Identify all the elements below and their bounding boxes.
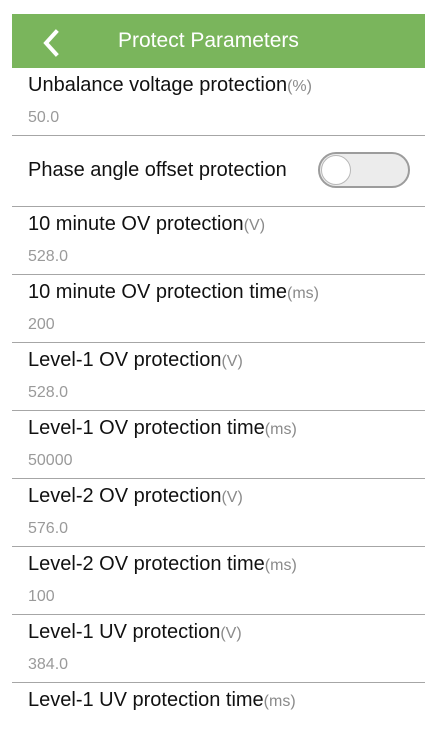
param-value-input[interactable]: 528.0 bbox=[28, 247, 68, 267]
param-level1-uv: Level-1 UV protection(V) 384.0 bbox=[12, 615, 425, 683]
param-label: Unbalance voltage protection(%) bbox=[28, 74, 312, 96]
param-value-input[interactable]: 50.0 bbox=[28, 108, 59, 128]
param-value-input[interactable]: 576.0 bbox=[28, 519, 68, 539]
param-unit: (V) bbox=[243, 217, 266, 234]
param-10min-ov: 10 minute OV protection(V) 528.0 bbox=[12, 207, 425, 275]
param-unit: (ms) bbox=[263, 693, 296, 710]
param-value-input[interactable]: 384.0 bbox=[28, 655, 68, 675]
param-unbalance-voltage: Unbalance voltage protection(%) 50.0 bbox=[12, 68, 425, 136]
param-value-input[interactable]: 528.0 bbox=[28, 383, 68, 403]
param-level2-ov-time: Level-2 OV protection time(ms) 100 bbox=[12, 547, 425, 615]
param-label: Level-1 OV protection(V) bbox=[28, 349, 243, 371]
param-value-input[interactable]: 100 bbox=[28, 587, 55, 607]
param-value-input[interactable]: 200 bbox=[28, 315, 55, 335]
phase-angle-toggle[interactable] bbox=[318, 152, 410, 188]
param-level1-ov: Level-1 OV protection(V) 528.0 bbox=[12, 343, 425, 411]
param-phase-angle-offset: Phase angle offset protection bbox=[12, 136, 425, 207]
param-unit: (V) bbox=[221, 353, 243, 370]
param-label: Phase angle offset protection bbox=[28, 159, 287, 181]
param-unit: (V) bbox=[221, 489, 243, 506]
param-unit: (V) bbox=[220, 625, 242, 642]
param-value-input[interactable]: 50000 bbox=[28, 451, 73, 471]
param-label: Level-2 OV protection(V) bbox=[28, 485, 243, 507]
param-level2-ov: Level-2 OV protection(V) 576.0 bbox=[12, 479, 425, 547]
param-label: Level-1 OV protection time(ms) bbox=[28, 417, 297, 439]
param-label: Level-2 OV protection time(ms) bbox=[28, 553, 297, 575]
param-unit: (ms) bbox=[264, 557, 297, 574]
param-label: Level-1 UV protection time(ms) bbox=[28, 689, 296, 711]
param-unit: (ms) bbox=[287, 285, 319, 302]
param-10min-ov-time: 10 minute OV protection time(ms) 200 bbox=[12, 275, 425, 343]
param-level1-ov-time: Level-1 OV protection time(ms) 50000 bbox=[12, 411, 425, 479]
param-label: Level-1 UV protection(V) bbox=[28, 621, 242, 643]
page-title: Protect Parameters bbox=[118, 29, 299, 52]
param-unit: (%) bbox=[287, 78, 312, 95]
toggle-knob bbox=[321, 155, 351, 185]
param-label: 10 minute OV protection(V) bbox=[28, 213, 266, 235]
chevron-left-icon[interactable] bbox=[40, 28, 62, 58]
param-label: 10 minute OV protection time(ms) bbox=[28, 281, 319, 303]
header-bar: Protect Parameters bbox=[12, 14, 425, 68]
param-unit: (ms) bbox=[264, 421, 297, 438]
parameter-list: Unbalance voltage protection(%) 50.0 Pha… bbox=[0, 68, 425, 743]
param-level1-uv-time: Level-1 UV protection time(ms) bbox=[12, 683, 425, 743]
